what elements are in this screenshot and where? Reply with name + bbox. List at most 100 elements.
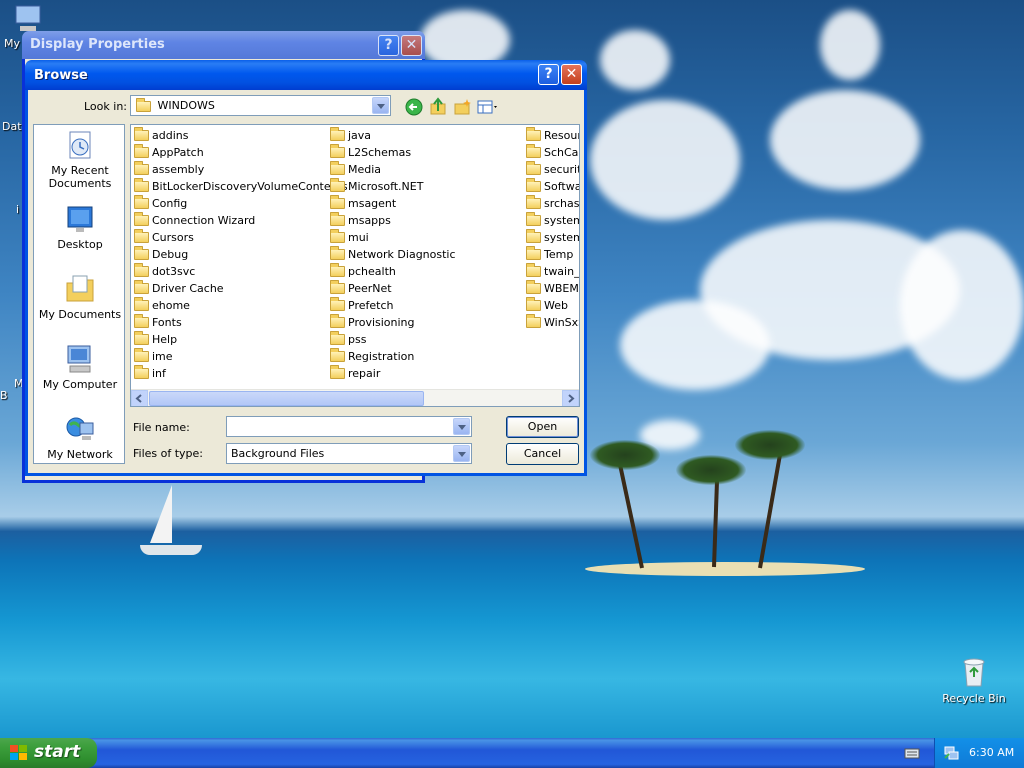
horizontal-scrollbar[interactable] [131, 389, 579, 406]
start-button[interactable]: start [0, 738, 97, 768]
folder-item[interactable]: Config [134, 195, 348, 212]
folder-item[interactable]: PeerNet [330, 280, 456, 297]
folder-item[interactable]: dot3svc [134, 263, 348, 280]
up-folder-icon [430, 97, 446, 115]
folder-name: msagent [348, 197, 397, 210]
desktop-icon-recycle-bin[interactable]: Recycle Bin [937, 656, 1011, 705]
desktop-icon-microsoft[interactable]: Micr B [0, 366, 37, 414]
folder-item[interactable]: Media [330, 161, 456, 178]
cancel-button[interactable]: Cancel [506, 443, 579, 465]
scrollbar-thumb[interactable] [149, 391, 424, 406]
chevron-down-icon[interactable] [453, 445, 470, 462]
display-properties-titlebar: Display Properties [22, 31, 425, 59]
my-computer-icon [64, 343, 96, 375]
folder-item[interactable]: Network Diagnostic [330, 246, 456, 263]
folder-name: Debug [152, 248, 189, 261]
folder-item[interactable]: security [526, 161, 579, 178]
folder-item[interactable]: Softwar [526, 178, 579, 195]
folder-item[interactable]: Connection Wizard [134, 212, 348, 229]
folder-name: Config [152, 197, 188, 210]
folder-item[interactable]: Driver Cache [134, 280, 348, 297]
folder-item[interactable]: ime [134, 348, 348, 365]
folder-name: WinSxS [544, 316, 579, 329]
clock[interactable]: 6:30 AM [969, 746, 1014, 759]
keyboard-icon[interactable] [904, 746, 920, 760]
place-my-network[interactable]: My Network [34, 413, 126, 461]
folder-item[interactable]: mui [330, 229, 456, 246]
folder-item[interactable]: Cursors [134, 229, 348, 246]
sailboat [150, 485, 172, 543]
views-menu-button[interactable] [476, 97, 500, 117]
folder-icon [330, 348, 345, 362]
folder-name: java [348, 129, 372, 142]
open-button[interactable]: Open [506, 416, 579, 438]
folder-icon [330, 280, 345, 294]
folder-item[interactable]: srchass [526, 195, 579, 212]
folder-item[interactable]: Microsoft.NET [330, 178, 456, 195]
folder-item[interactable]: Provisioning [330, 314, 456, 331]
folder-name: repair [348, 367, 381, 380]
folder-item[interactable]: Registration [330, 348, 456, 365]
folder-item[interactable]: msapps [330, 212, 456, 229]
display-properties-help-button[interactable]: ? [378, 35, 399, 56]
folder-name: Media [348, 163, 382, 176]
scroll-left-button[interactable] [131, 390, 148, 406]
place-my-recent-documents[interactable]: My Recent Documents [34, 129, 126, 190]
new-folder-icon [454, 99, 471, 115]
back-button[interactable] [404, 97, 424, 117]
folder-item[interactable]: system [526, 212, 579, 229]
folder-item[interactable]: L2Schemas [330, 144, 456, 161]
folder-item[interactable]: assembly [134, 161, 348, 178]
place-my-computer[interactable]: My Computer [34, 343, 126, 391]
display-properties-close-button[interactable]: ✕ [401, 35, 422, 56]
look-in-dropdown[interactable]: WINDOWS [130, 95, 391, 116]
folder-item[interactable]: addins [134, 127, 348, 144]
network-icon[interactable] [943, 745, 959, 761]
place-my-documents[interactable]: My Documents [34, 273, 126, 321]
my-network-icon [64, 413, 96, 445]
browse-dialog: Browse ? ✕ Look in: WINDOWS My Recent Do… [25, 60, 587, 476]
folder-item[interactable]: Help [134, 331, 348, 348]
folder-item[interactable]: Temp [526, 246, 579, 263]
folder-item[interactable]: WBEM [526, 280, 579, 297]
file-list[interactable]: addins AppPatch assembly BitLockerDiscovery… [130, 124, 580, 407]
browse-help-button[interactable]: ? [538, 64, 559, 85]
windows-logo-icon [10, 745, 27, 760]
folder-item[interactable]: AppPatch [134, 144, 348, 161]
folder-item[interactable]: java [330, 127, 456, 144]
folder-name: Softwar [544, 180, 579, 193]
folder-item[interactable]: system3 [526, 229, 579, 246]
folder-item[interactable]: Resourc [526, 127, 579, 144]
file-list-column-2: java L2Schemas Media Microsoft.NET msagent ms… [330, 127, 456, 382]
chevron-down-icon[interactable] [453, 418, 470, 435]
folder-item[interactable]: inf [134, 365, 348, 382]
folder-name: BitLockerDiscoveryVolumeContents [152, 180, 348, 193]
up-one-level-button[interactable] [428, 97, 448, 117]
folder-name: Driver Cache [152, 282, 224, 295]
folder-item[interactable]: WinSxS [526, 314, 579, 331]
new-folder-button[interactable] [452, 97, 472, 117]
chevron-down-icon[interactable] [372, 97, 389, 114]
folder-name: Help [152, 333, 178, 346]
folder-name: WBEM [544, 282, 579, 295]
folder-item[interactable]: Debug [134, 246, 348, 263]
place-desktop[interactable]: Desktop [34, 203, 126, 251]
folder-item[interactable]: Web [526, 297, 579, 314]
files-of-type-dropdown[interactable]: Background Files [226, 443, 472, 464]
folder-item[interactable]: ehome [134, 297, 348, 314]
folder-item[interactable]: Fonts [134, 314, 348, 331]
folder-item[interactable]: msagent [330, 195, 456, 212]
folder-item[interactable]: twain_3 [526, 263, 579, 280]
folder-icon [136, 97, 151, 112]
folder-item[interactable]: BitLockerDiscoveryVolumeContents [134, 178, 348, 195]
scroll-right-button[interactable] [562, 390, 579, 406]
folder-item[interactable]: repair [330, 365, 456, 382]
folder-item[interactable]: pss [330, 331, 456, 348]
folder-item[interactable]: pchealth [330, 263, 456, 280]
folder-name: Fonts [152, 316, 182, 329]
folder-item[interactable]: Prefetch [330, 297, 456, 314]
folder-item[interactable]: SchCach [526, 144, 579, 161]
browse-close-button[interactable]: ✕ [561, 64, 582, 85]
file-name-input[interactable] [226, 416, 472, 437]
look-in-value: WINDOWS [157, 99, 215, 112]
